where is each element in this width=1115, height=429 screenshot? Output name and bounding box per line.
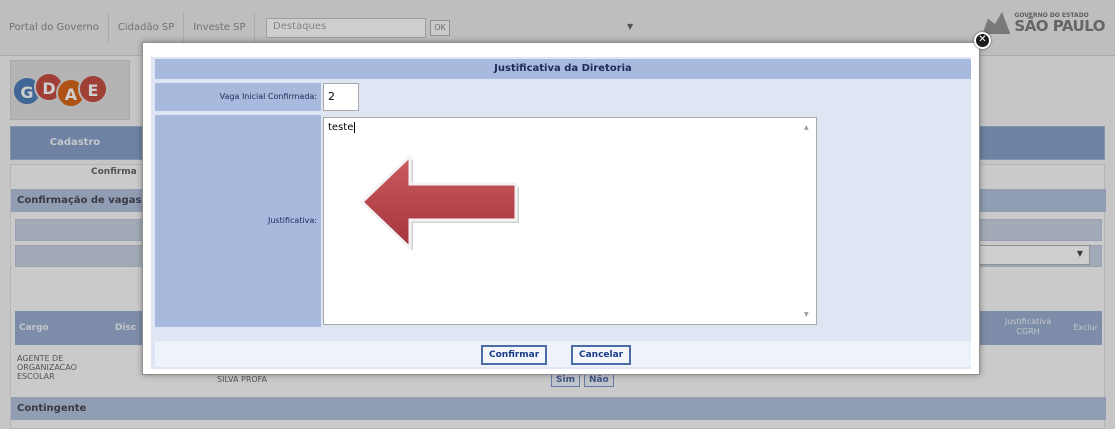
red-arrow-annotation (360, 154, 519, 250)
justificativa-label: Justificativa: (155, 115, 321, 327)
vaga-inicial-field[interactable]: 2 (323, 83, 359, 111)
confirmar-button[interactable]: Confirmar (481, 345, 548, 365)
close-icon[interactable]: ✕ (974, 32, 991, 49)
text-cursor (354, 122, 359, 133)
modal-title: Justificativa da Diretoria (155, 59, 971, 79)
modal-button-row: Confirmar Cancelar (155, 341, 971, 367)
textarea-scrollbar[interactable]: ▲ ▼ (802, 120, 814, 322)
scroll-down-icon[interactable]: ▼ (804, 311, 809, 318)
justificativa-modal: Justificativa da Diretoria Vaga Inicial … (142, 42, 980, 375)
scroll-up-icon[interactable]: ▲ (804, 124, 809, 131)
cancelar-button[interactable]: Cancelar (571, 345, 632, 365)
vaga-label: Vaga Inicial Confirmada: (155, 83, 321, 111)
justificativa-text: teste (328, 122, 354, 133)
modal-body: Justificativa da Diretoria Vaga Inicial … (151, 57, 971, 369)
